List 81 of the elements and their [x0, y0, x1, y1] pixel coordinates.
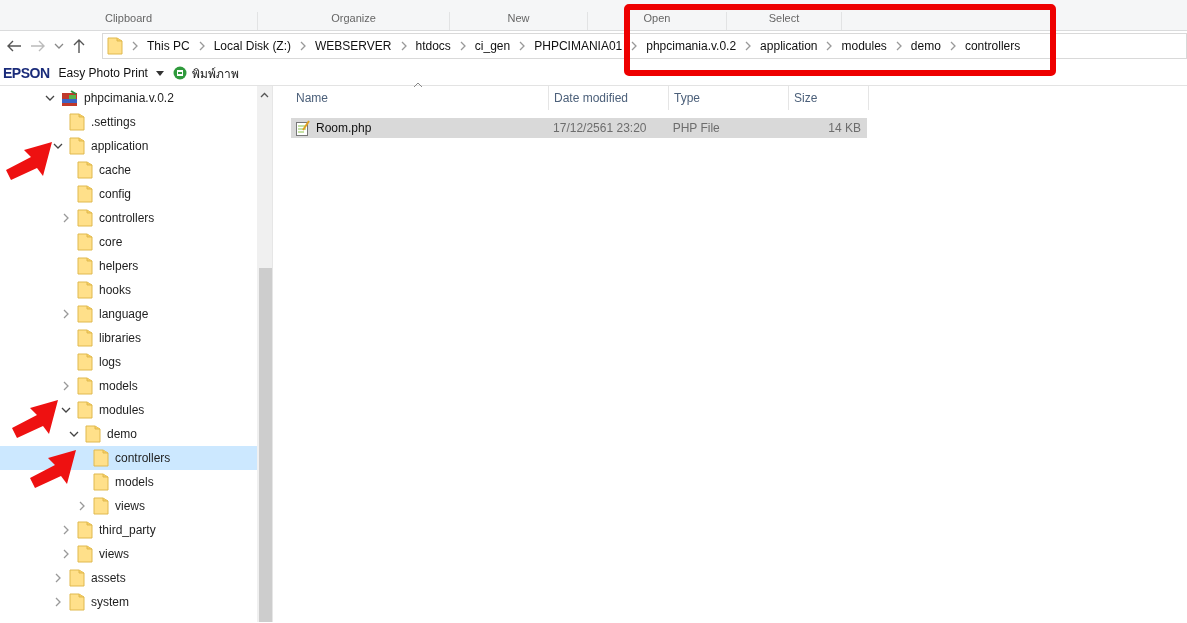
tree-item[interactable]: language [0, 302, 257, 326]
folder-icon [69, 569, 85, 587]
folder-icon [77, 209, 93, 227]
tree-item[interactable]: controllers [0, 206, 257, 230]
scrollbar[interactable] [257, 86, 273, 622]
tree-item[interactable]: system [0, 590, 257, 614]
chevron-right-icon[interactable] [53, 597, 63, 607]
folder-icon [77, 353, 93, 371]
chevron-down-icon[interactable] [45, 93, 55, 103]
chevron-right-icon[interactable] [77, 501, 87, 511]
brand-logo: EPSON [3, 65, 50, 81]
print-label[interactable]: พิมพ์ภาพ [191, 63, 239, 83]
app-dropdown[interactable]: Easy Photo Print [54, 66, 168, 80]
folder-icon [77, 185, 93, 203]
chevron-down-icon[interactable] [53, 141, 63, 151]
tree-item[interactable]: views [0, 494, 257, 518]
tree-item[interactable]: config [0, 182, 257, 206]
address-bar[interactable]: This PC Local Disk (Z:) WEBSERVER htdocs ci_gen PHPCIMANIA01 phpcimania.v.0.2 application modules demo controllers [102, 33, 1187, 59]
tree-item[interactable]: phpcimania.v.0.2 [0, 86, 257, 110]
tree-item[interactable]: application [0, 134, 257, 158]
tree-item[interactable]: models [0, 470, 257, 494]
tree-item[interactable]: helpers [0, 254, 257, 278]
tree-item[interactable]: core [0, 230, 257, 254]
folder-icon [77, 305, 93, 323]
column-header[interactable]: Date modified [549, 86, 669, 110]
chevron-right-icon[interactable] [61, 525, 71, 535]
folder-icon [77, 281, 93, 299]
tree-item[interactable]: cache [0, 158, 257, 182]
printer-icon[interactable] [172, 66, 187, 80]
project-folder-icon [61, 89, 78, 107]
ribbon-group-label: Clipboard [0, 12, 258, 30]
tree-item[interactable]: assets [0, 566, 257, 590]
chevron-right-icon[interactable] [53, 573, 63, 583]
tree-item[interactable]: views [0, 542, 257, 566]
tree-item[interactable]: controllers [0, 446, 257, 470]
folder-icon [77, 521, 93, 539]
folder-icon [77, 257, 93, 275]
chevron-right-icon[interactable] [61, 381, 71, 391]
folder-icon [77, 401, 93, 419]
tree-item[interactable]: logs [0, 350, 257, 374]
folder-icon [77, 329, 93, 347]
tree-item[interactable]: models [0, 374, 257, 398]
folder-icon [77, 377, 93, 395]
column-header[interactable]: Type [669, 86, 789, 110]
folder-icon [93, 497, 109, 515]
forward-arrow-icon[interactable] [30, 39, 46, 53]
chevron-right-icon[interactable] [130, 41, 140, 51]
up-arrow-icon[interactable] [72, 38, 86, 54]
chevron-right-icon[interactable] [61, 309, 71, 319]
tree-item[interactable]: hooks [0, 278, 257, 302]
ribbon-group-label: Select [727, 12, 842, 30]
chevron-right-icon[interactable] [61, 213, 71, 223]
column-header[interactable]: Size [789, 86, 869, 110]
tree-item[interactable]: demo [0, 422, 257, 446]
folder-icon [93, 449, 109, 467]
folder-icon [77, 545, 93, 563]
ribbon-group-label: Open [588, 12, 727, 30]
dropdown-caret-icon[interactable] [54, 42, 64, 50]
tree-item[interactable]: third_party [0, 518, 257, 542]
folder-icon [69, 113, 85, 131]
folder-icon [77, 233, 93, 251]
folder-icon [93, 473, 109, 491]
folder-icon [77, 161, 93, 179]
ribbon-group-label: Organize [258, 12, 450, 30]
tree-item[interactable]: libraries [0, 326, 257, 350]
chevron-down-icon[interactable] [69, 429, 79, 439]
ribbon-group-label: New [450, 12, 588, 30]
scroll-up-icon [260, 92, 269, 98]
folder-icon [85, 425, 101, 443]
folder-icon [69, 137, 85, 155]
chevron-down-icon[interactable] [61, 405, 71, 415]
file-row[interactable]: Room.php 17/12/2561 23:20 PHP File 14 KB [291, 118, 867, 138]
folder-icon [69, 593, 85, 611]
text-file-icon [295, 120, 311, 136]
back-arrow-icon[interactable] [6, 39, 22, 53]
tree-item[interactable]: .settings [0, 110, 257, 134]
chevron-right-icon[interactable] [61, 549, 71, 559]
folder-icon [107, 37, 123, 55]
caret-icon [155, 70, 164, 76]
tree-item[interactable]: modules [0, 398, 257, 422]
column-header[interactable]: Name [291, 86, 549, 110]
